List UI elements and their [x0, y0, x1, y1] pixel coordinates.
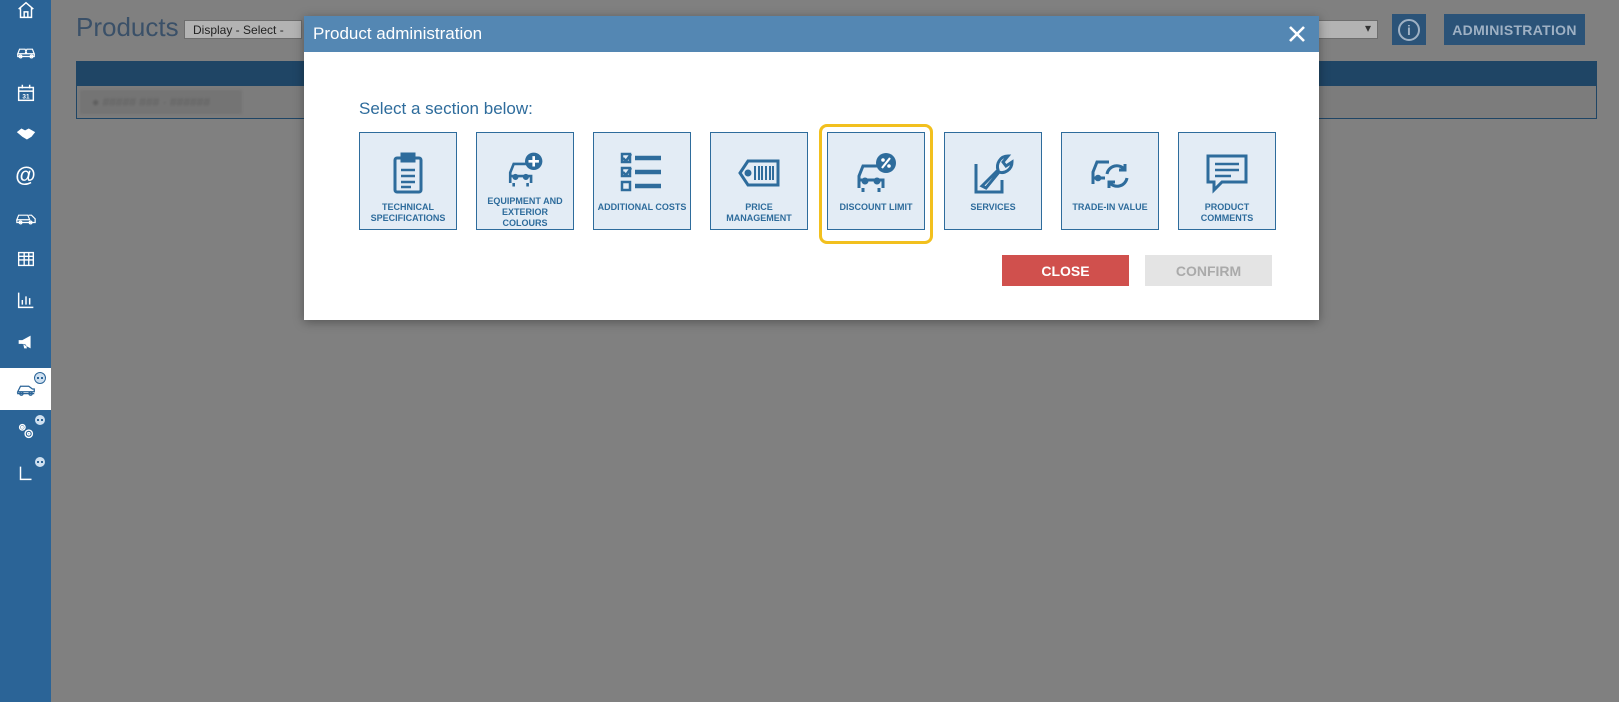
section-tiles: Technical specifications Equipment and e…	[359, 124, 1295, 244]
sidebar-item-marketing[interactable]	[0, 321, 51, 363]
corner-icon	[19, 466, 31, 481]
dialog-title: Product administration	[313, 24, 483, 43]
tile-equipment-colours[interactable]: Equipment and exterior colours	[476, 132, 574, 230]
megaphone-icon	[18, 335, 31, 349]
tile-discount-limit[interactable]: Discount limit	[819, 124, 933, 244]
tile-additional-costs[interactable]: Additional costs	[593, 132, 691, 230]
filter-select[interactable]: ▾	[1318, 20, 1378, 39]
tile-label: Services	[970, 202, 1016, 212]
handshake-icon	[16, 128, 35, 140]
confirm-button[interactable]: CONFIRM	[1145, 255, 1272, 286]
tile-label: Additional costs	[597, 202, 687, 212]
tile-technical-specifications[interactable]: Technical specifications	[359, 132, 457, 230]
tile-label: Product comments	[1200, 202, 1254, 223]
sidebar-item-fleet[interactable]	[0, 196, 51, 238]
tile-label: Trade-in value	[1072, 202, 1148, 212]
table-icon	[17, 251, 34, 267]
comment-icon	[1206, 154, 1248, 194]
car-percent-icon	[857, 153, 896, 192]
tile-services[interactable]: Services	[944, 132, 1042, 230]
product-administration-dialog: Product administration Select a section …	[304, 16, 1319, 320]
at-icon: @	[15, 164, 36, 187]
notification-badge	[34, 414, 46, 426]
sidebar-item-email[interactable]: @	[0, 155, 51, 197]
display-select[interactable]: Display - Select -	[184, 20, 302, 39]
sidebar-item-products[interactable]	[0, 368, 51, 410]
svg-text:31: 31	[22, 94, 30, 101]
home-icon	[17, 1, 34, 19]
notification-badge	[34, 372, 46, 384]
tile-label: Equipment and exterior colours	[487, 196, 563, 228]
tile-trade-in-value[interactable]: Trade-in value	[1061, 132, 1159, 230]
wrench-icon	[974, 154, 1014, 194]
tile-label: Technical specifications	[370, 202, 446, 223]
sidebar-item-vehicles[interactable]	[0, 30, 51, 72]
tile-label: Discount limit	[839, 202, 913, 212]
close-icon[interactable]	[1284, 21, 1310, 47]
page-title: Products	[76, 12, 179, 42]
tile-product-comments[interactable]: Product comments	[1178, 132, 1276, 230]
bar-chart-icon	[17, 292, 33, 309]
administration-button[interactable]: ADMINISTRATION	[1444, 14, 1585, 45]
tile-price-management[interactable]: Price management	[710, 132, 808, 230]
tile-label: Price management	[726, 202, 792, 223]
checklist-icon	[620, 152, 661, 192]
info-button[interactable]: i	[1392, 14, 1426, 45]
dialog-header: Product administration	[304, 16, 1319, 52]
cars-group-icon	[16, 48, 35, 59]
sidebar: 31 @	[0, 0, 51, 702]
sidebar-item-reports[interactable]	[0, 279, 51, 321]
sidebar-item-export[interactable]	[0, 452, 51, 494]
car-cycle-icon	[1091, 160, 1129, 188]
close-button[interactable]: CLOSE	[1002, 255, 1129, 286]
car-active-icon	[16, 385, 35, 396]
notification-badge	[34, 456, 46, 468]
calendar-icon: 31	[17, 84, 34, 102]
sidebar-item-calendar[interactable]: 31	[0, 72, 51, 114]
car-fleet-icon	[15, 214, 36, 225]
car-plus-icon	[508, 152, 543, 187]
info-icon: i	[1398, 18, 1420, 41]
section-prompt: Select a section below:	[359, 99, 533, 118]
sidebar-item-table[interactable]	[0, 238, 51, 280]
sidebar-item-home[interactable]	[0, 0, 51, 31]
blurred-product-chip: ● ##### ### · ######	[80, 90, 242, 114]
sidebar-item-settings[interactable]	[0, 410, 51, 452]
sidebar-item-deals[interactable]	[0, 113, 51, 155]
clipboard-icon	[393, 152, 423, 194]
price-tag-icon	[738, 159, 780, 187]
gears-icon	[18, 423, 33, 439]
